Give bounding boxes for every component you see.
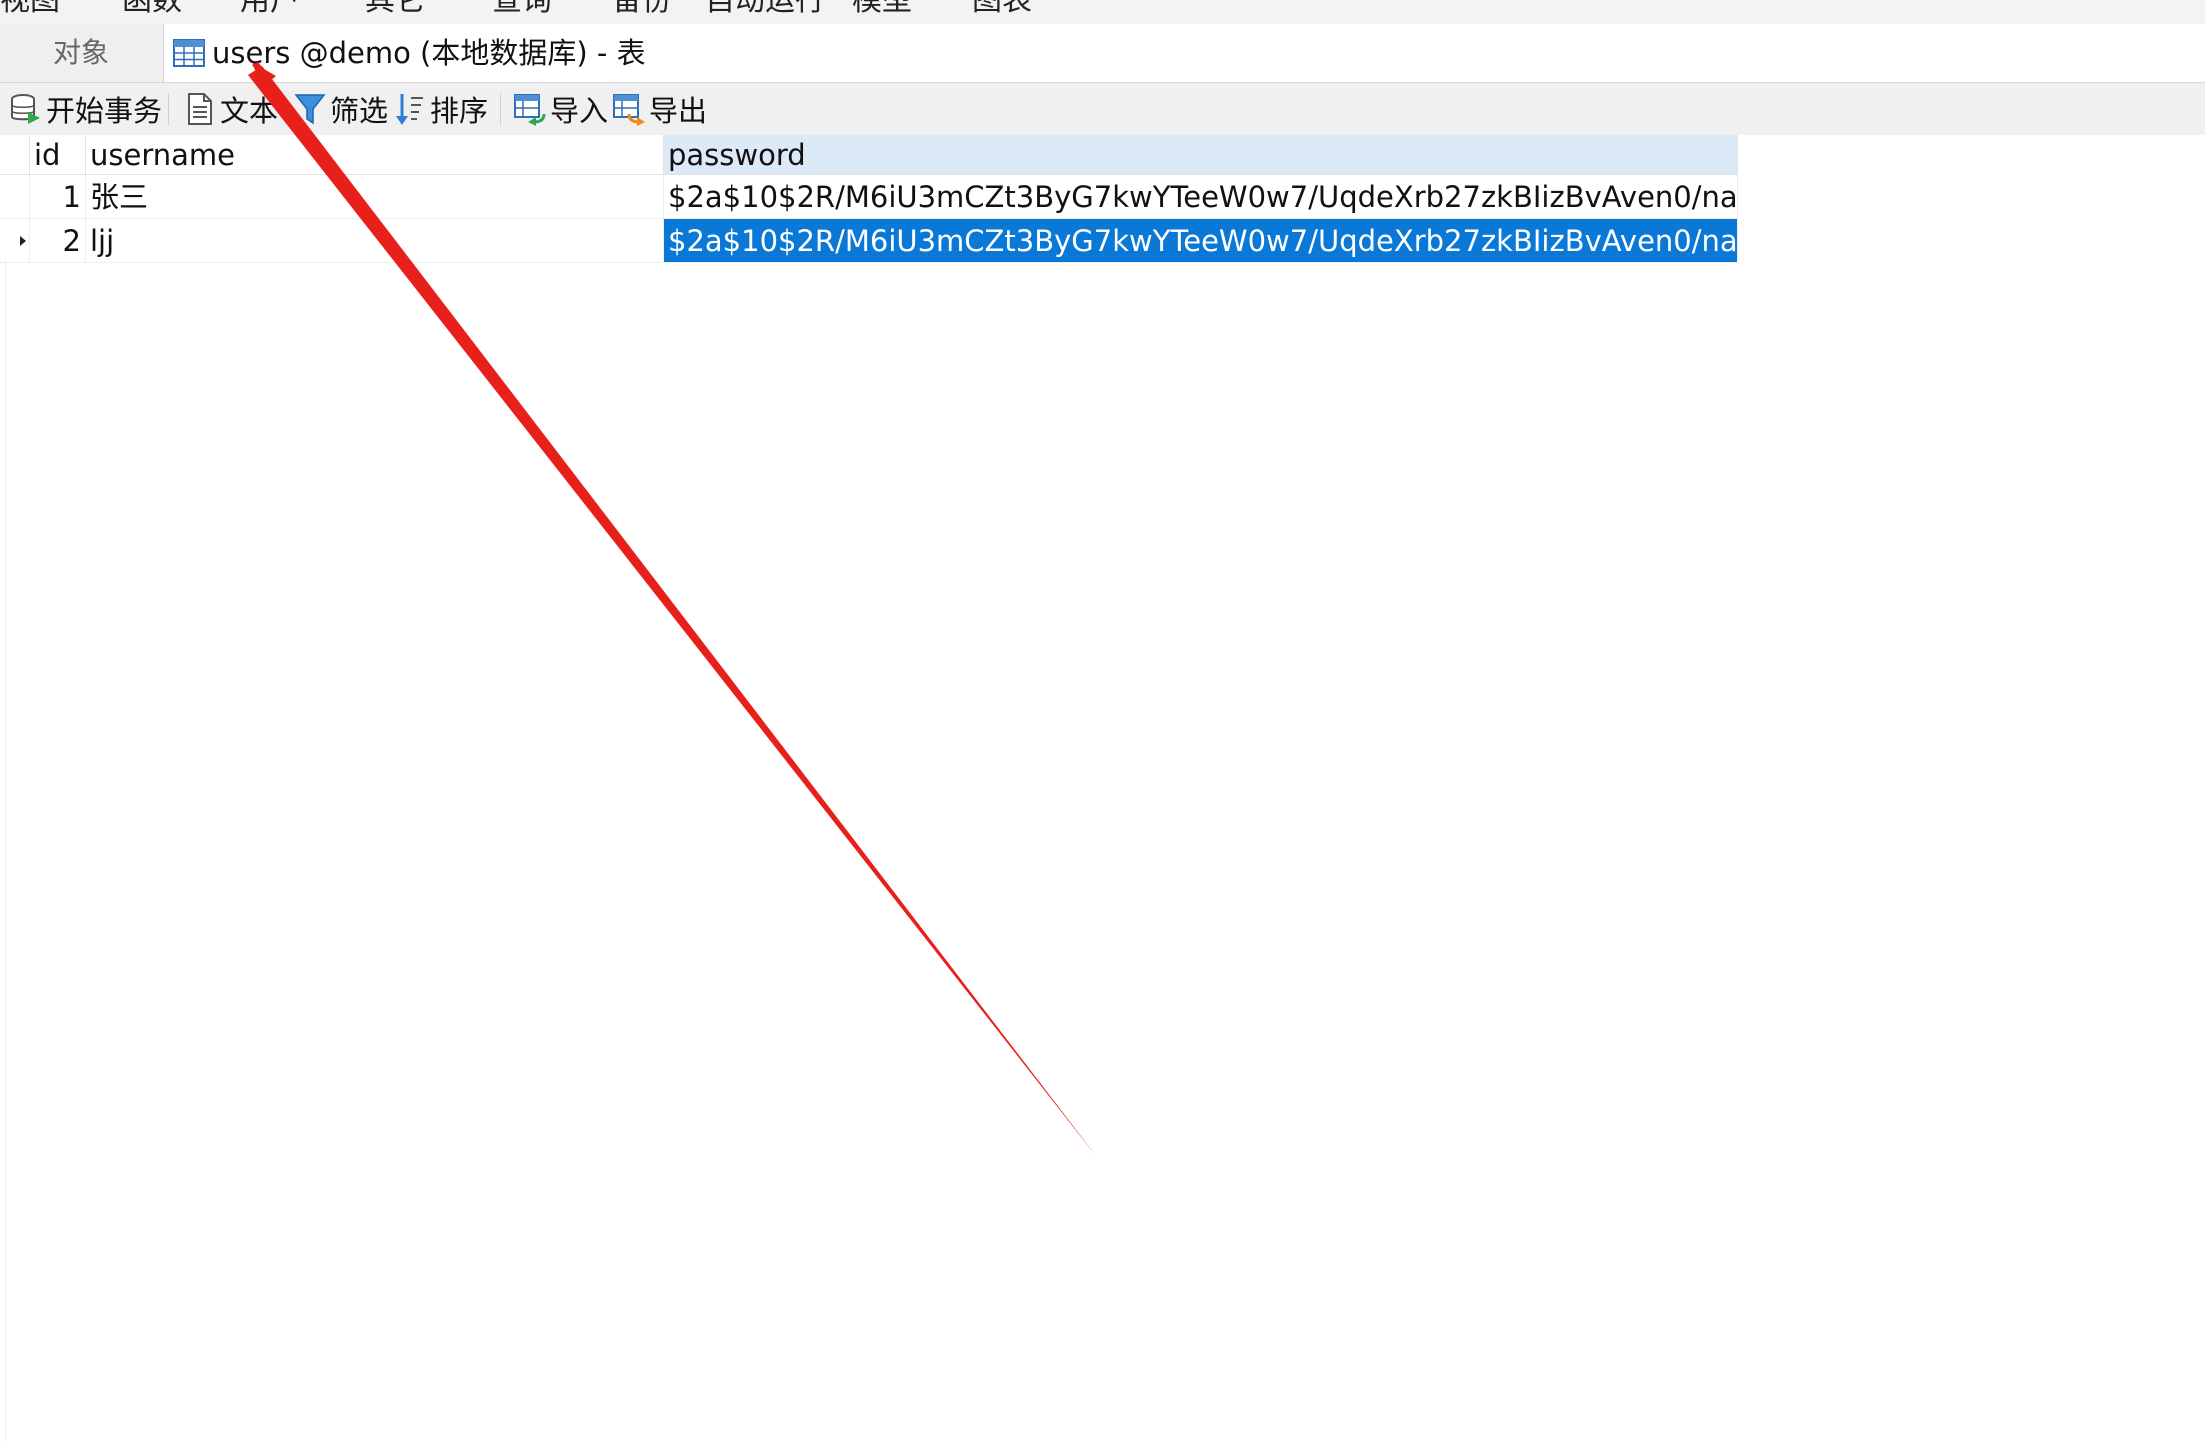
toolbar-separator (168, 93, 169, 125)
export-label: 导出 (649, 94, 708, 128)
cell-id[interactable]: 1 (30, 175, 86, 219)
menu-model[interactable]: 模型 (852, 0, 912, 21)
import-button[interactable]: 导入 (514, 83, 608, 135)
export-button[interactable]: 导出 (613, 83, 707, 135)
grid-left-border (5, 260, 6, 1442)
cell-password[interactable]: $2a$10$2R/M6iU3mCZt3ByG7kwYTeeW0w7/UqdeX… (664, 175, 1738, 219)
table-icon (173, 39, 205, 67)
tab-objects[interactable]: 对象 (0, 24, 162, 82)
export-table-icon (613, 94, 645, 126)
menubar: 视图 函数 用户 其它 查询 备份 自动运行 模型 图表 (0, 0, 2205, 25)
text-view-button[interactable]: 文本 (184, 83, 278, 135)
tab-strip-empty (720, 24, 2205, 83)
filter-funnel-icon (294, 94, 326, 125)
tab-users-label: users @demo (本地数据库) - 表 (212, 36, 646, 70)
column-header-id[interactable]: id (30, 135, 86, 175)
menu-functions[interactable]: 函数 (122, 0, 182, 21)
row-indicator-current[interactable] (0, 219, 30, 263)
menu-query[interactable]: 查询 (492, 0, 552, 21)
row-indicator[interactable] (0, 175, 30, 219)
document-text-icon (188, 93, 212, 125)
menu-backup[interactable]: 备份 (612, 0, 672, 21)
menu-chart[interactable]: 图表 (972, 0, 1032, 21)
menu-view[interactable]: 视图 (0, 0, 60, 21)
current-row-arrow-icon (20, 236, 26, 246)
toolbar: 开始事务 文本 筛选 排序 导入 导出 (0, 83, 2205, 135)
filter-label: 筛选 (330, 94, 389, 128)
menu-users[interactable]: 用户 (240, 0, 300, 21)
import-table-icon (514, 94, 546, 126)
tab-strip: 对象 users @demo (本地数据库) - 表 (0, 24, 2205, 83)
menu-others[interactable]: 其它 (365, 0, 425, 21)
column-header-password[interactable]: password (664, 135, 1738, 175)
sort-icon (396, 94, 423, 125)
begin-transaction-label: 开始事务 (46, 94, 163, 128)
sort-label: 排序 (430, 94, 489, 128)
text-view-label: 文本 (220, 94, 279, 128)
cell-username[interactable]: 张三 (86, 175, 664, 219)
sort-button[interactable]: 排序 (394, 83, 488, 135)
menu-automation[interactable]: 自动运行 (705, 0, 825, 21)
cell-password-selected[interactable]: $2a$10$2R/M6iU3mCZt3ByG7kwYTeeW0w7/UqdeX… (664, 219, 1738, 263)
cell-id[interactable]: 2 (30, 219, 86, 263)
toolbar-separator (500, 93, 501, 125)
cell-username[interactable]: ljj (86, 219, 664, 263)
filter-button[interactable]: 筛选 (294, 83, 388, 135)
database-transaction-icon (11, 94, 40, 124)
column-header-username[interactable]: username (86, 135, 664, 175)
begin-transaction-button[interactable]: 开始事务 (10, 83, 162, 135)
tab-users-table[interactable]: users @demo (本地数据库) - 表 (163, 24, 721, 82)
row-indicator-header (0, 135, 30, 175)
import-label: 导入 (550, 94, 609, 128)
